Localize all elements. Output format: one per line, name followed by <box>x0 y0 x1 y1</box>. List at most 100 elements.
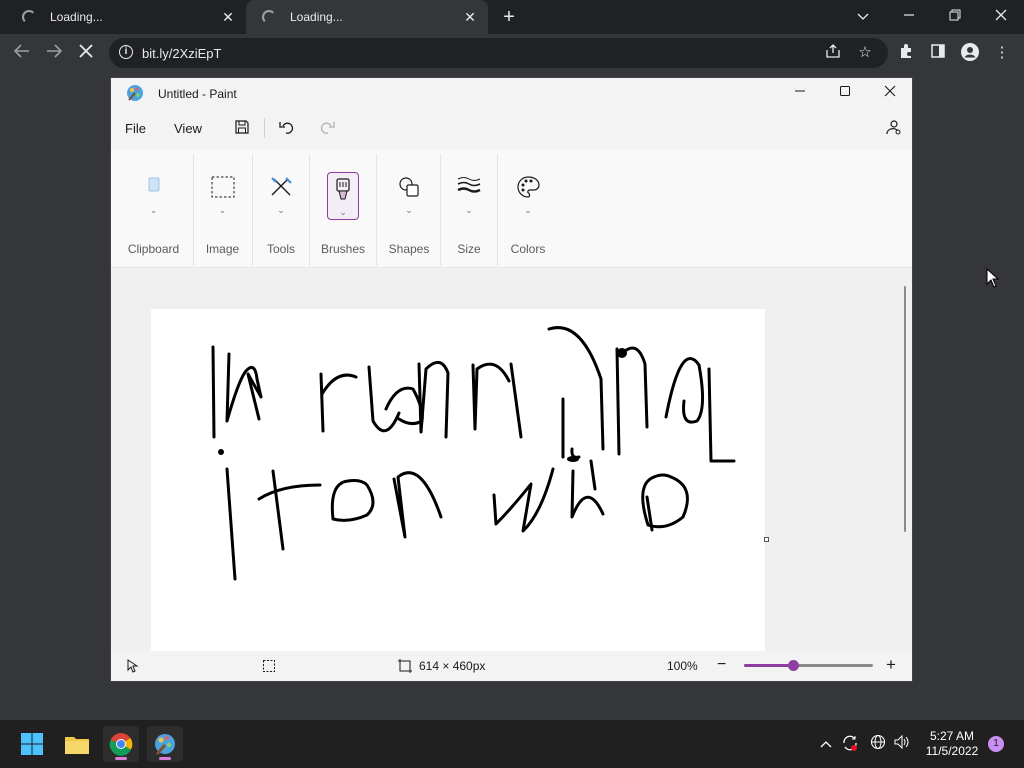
scrollbar-thumb[interactable] <box>904 286 906 532</box>
canvas-size-text: 614 × 460px <box>419 659 486 673</box>
stop-loading-button[interactable] <box>72 39 100 67</box>
ribbon-label: Image <box>205 242 240 256</box>
clock-date: 11/5/2022 <box>925 744 979 758</box>
back-button[interactable] <box>8 39 36 67</box>
ribbon-label: Tools <box>266 242 295 256</box>
tools-icon <box>271 177 292 196</box>
tab-search-chevron-icon[interactable] <box>840 0 886 34</box>
ribbon-group-colors[interactable]: ⌄ Colors <box>499 150 557 268</box>
drawing-canvas[interactable] <box>151 309 765 651</box>
new-tab-button[interactable]: + <box>498 6 520 28</box>
url-text[interactable]: bit.ly/2XziEpT <box>142 46 221 61</box>
extensions-icon[interactable] <box>896 43 916 63</box>
start-icon[interactable] <box>14 726 50 762</box>
ribbon-group-tools[interactable]: ⌄ Tools <box>254 150 308 268</box>
bookmark-star-icon[interactable]: ☆ <box>855 43 875 63</box>
browser-tab-strip: Loading... ✕ Loading... ✕ + <box>0 0 1024 34</box>
sync-icon[interactable] <box>840 734 860 754</box>
chevron-down-icon: ⌄ <box>218 205 227 215</box>
ribbon-group-size[interactable]: ⌄ Size <box>442 150 496 268</box>
ribbon-divider <box>252 154 253 266</box>
zoom-in-button[interactable]: + <box>886 655 896 675</box>
clipboard-icon <box>148 177 159 192</box>
menu-divider <box>264 118 265 138</box>
minimize-button[interactable] <box>886 0 932 34</box>
canvas-workspace[interactable] <box>111 269 899 651</box>
paint-title-bar: Untitled - Paint <box>111 78 912 108</box>
restore-button[interactable] <box>932 0 978 34</box>
chrome-menu-icon[interactable]: ⋮ <box>992 43 1012 63</box>
loading-spinner-icon <box>262 10 276 24</box>
account-settings-icon[interactable] <box>884 118 904 138</box>
loading-spinner-icon <box>22 10 36 24</box>
ribbon-label: Shapes <box>388 242 430 256</box>
ribbon-label: Brushes <box>320 242 366 256</box>
volume-icon[interactable] <box>892 734 912 754</box>
chevron-down-icon: ⌄ <box>524 205 532 215</box>
show-hidden-icons-chevron-icon[interactable] <box>816 734 836 754</box>
zoom-slider-thumb[interactable] <box>788 660 800 671</box>
ribbon-divider <box>497 154 498 266</box>
stroke-size-icon <box>457 177 481 193</box>
browser-toolbar: i bit.ly/2XziEpT ☆ ⋮ <box>0 34 1024 72</box>
file-explorer-icon[interactable] <box>59 726 95 762</box>
tab-title: Loading... <box>50 10 103 24</box>
close-tab-icon[interactable]: ✕ <box>462 9 478 25</box>
ribbon-group-image[interactable]: ⌄ Image <box>195 150 250 268</box>
taskbar-clock[interactable]: 5:27 AM 11/5/2022 <box>920 729 984 759</box>
notification-badge[interactable]: 1 <box>988 736 1004 752</box>
paint-icon[interactable] <box>147 726 183 762</box>
browser-tab-2[interactable]: Loading... ✕ <box>246 0 488 34</box>
ribbon-divider <box>309 154 310 266</box>
ribbon-group-clipboard[interactable]: ⌄ Clipboard <box>116 150 191 268</box>
close-window-button[interactable] <box>978 0 1024 34</box>
chevron-down-icon: ⌄ <box>149 205 158 215</box>
network-globe-icon[interactable] <box>868 734 888 754</box>
paint-status-bar: 614 × 460px 100% − + <box>111 651 912 681</box>
ribbon-label: Size <box>457 242 481 256</box>
zoom-out-button[interactable]: − <box>717 656 726 674</box>
ribbon-group-brushes[interactable]: ⌄ Brushes <box>311 150 375 268</box>
palette-icon <box>517 176 540 198</box>
clock-time: 5:27 AM <box>929 729 975 743</box>
ribbon-group-shapes[interactable]: ⌄ Shapes <box>378 150 440 268</box>
paint-menu-bar: File View <box>111 108 912 148</box>
close-tab-icon[interactable]: ✕ <box>220 9 236 25</box>
running-indicator <box>115 757 127 760</box>
zoom-percentage[interactable]: 100% <box>667 659 698 673</box>
ribbon-label: Colors <box>510 242 546 256</box>
undo-icon[interactable] <box>278 118 298 138</box>
browser-tab-1[interactable]: Loading... ✕ <box>0 0 246 34</box>
menu-file[interactable]: File <box>125 121 146 136</box>
paint-minimize-button[interactable] <box>777 78 823 108</box>
canvas-resize-handle[interactable] <box>764 537 769 542</box>
ribbon-divider <box>376 154 377 266</box>
zoom-slider[interactable] <box>744 660 873 671</box>
chrome-icon[interactable] <box>103 726 139 762</box>
zoom-slider-fill <box>744 664 794 667</box>
share-icon[interactable] <box>823 43 843 63</box>
ribbon-divider <box>193 154 194 266</box>
vertical-scrollbar[interactable] <box>899 269 912 651</box>
tab-title: Loading... <box>290 10 343 24</box>
running-indicator <box>159 757 171 760</box>
forward-button[interactable] <box>40 39 68 67</box>
brush-icon <box>336 178 350 200</box>
profile-icon[interactable] <box>960 43 980 63</box>
paint-close-button[interactable] <box>867 78 913 108</box>
chevron-down-icon: ⌄ <box>277 205 285 215</box>
mouse-cursor-icon <box>986 268 1000 288</box>
windows-taskbar: 5:27 AM 11/5/2022 1 <box>0 720 1024 768</box>
chevron-down-icon: ⌄ <box>465 205 473 215</box>
save-icon[interactable] <box>233 118 253 138</box>
handwritten-drawing <box>211 326 736 581</box>
site-info-icon[interactable]: i <box>119 45 133 59</box>
address-bar[interactable]: i bit.ly/2XziEpT ☆ <box>109 38 888 68</box>
cursor-position-icon <box>127 659 139 676</box>
redo-icon[interactable] <box>318 118 338 138</box>
paint-maximize-button[interactable] <box>822 78 868 108</box>
side-panel-icon[interactable] <box>928 43 948 63</box>
ribbon-label: Clipboard <box>127 242 180 256</box>
selection-size-icon <box>262 659 276 676</box>
menu-view[interactable]: View <box>174 121 202 136</box>
